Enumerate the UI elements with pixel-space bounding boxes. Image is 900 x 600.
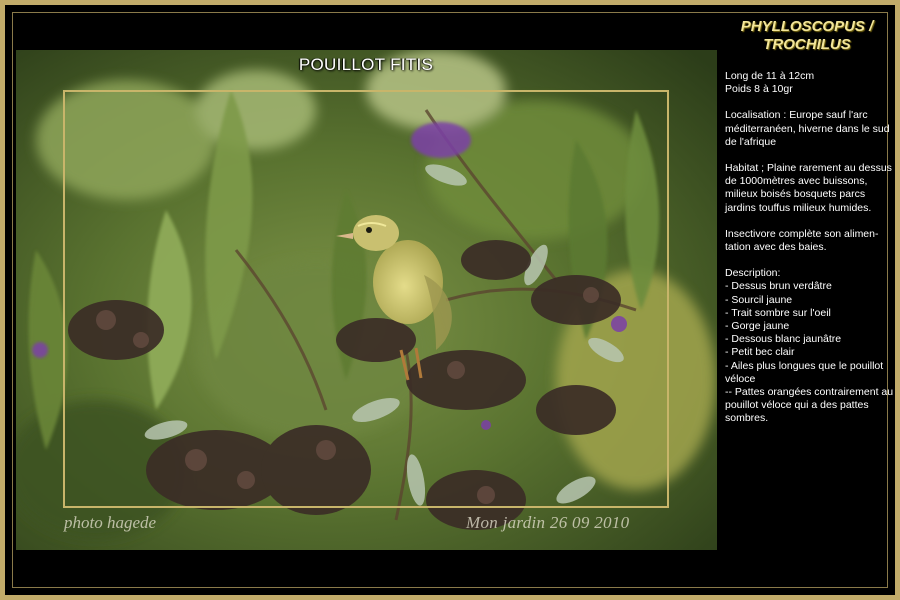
description-item: - Dessous blanc jaunâtre: [725, 333, 842, 346]
photo-credit: photo hagede: [64, 513, 157, 532]
description-item: - Sourcil jaune: [725, 293, 793, 306]
photo-location-date: Mon jardin 26 09 2010: [466, 513, 630, 532]
description-item: - Ailes plus longues que le pouillot vél…: [725, 359, 884, 385]
photo-title: POUILLOT FITIS: [298, 55, 434, 74]
description-item: - Gorge jaune: [725, 320, 790, 333]
description-heading: Description:: [725, 267, 781, 280]
description-item: - Trait sombre sur l'oeil: [725, 306, 831, 319]
species-name-line1: PHYLLOSCOPUS /: [740, 18, 874, 35]
bird-photo: [16, 50, 717, 550]
species-info: Long de 11 à 12cm Poids 8 à 10gr Localis…: [725, 70, 897, 426]
weight-text: Poids 8 à 10gr: [725, 83, 793, 96]
species-name-line2: TROCHILUS: [763, 36, 851, 53]
description-list: - Dessus brun verdâtre - Sourcil jaune -…: [725, 280, 897, 425]
localisation-text: Localisation : Europe sauf l'arc méditer…: [725, 109, 890, 148]
description-item: -- Pattes orangées contrairement au poui…: [725, 386, 894, 425]
length-text: Long de 11 à 12cm: [725, 70, 815, 82]
size-info: Long de 11 à 12cm Poids 8 à 10gr: [725, 70, 897, 96]
description-item: - Petit bec clair: [725, 346, 795, 359]
habitat-text: Habitat ; Plaine rarement au dessus de 1…: [725, 162, 892, 214]
description-item: - Dessus brun verdâtre: [725, 280, 832, 293]
species-name: PHYLLOSCOPUS / TROCHILUS: [722, 18, 892, 54]
diet-text: Insectivore complète son alimen-tation a…: [725, 227, 879, 254]
